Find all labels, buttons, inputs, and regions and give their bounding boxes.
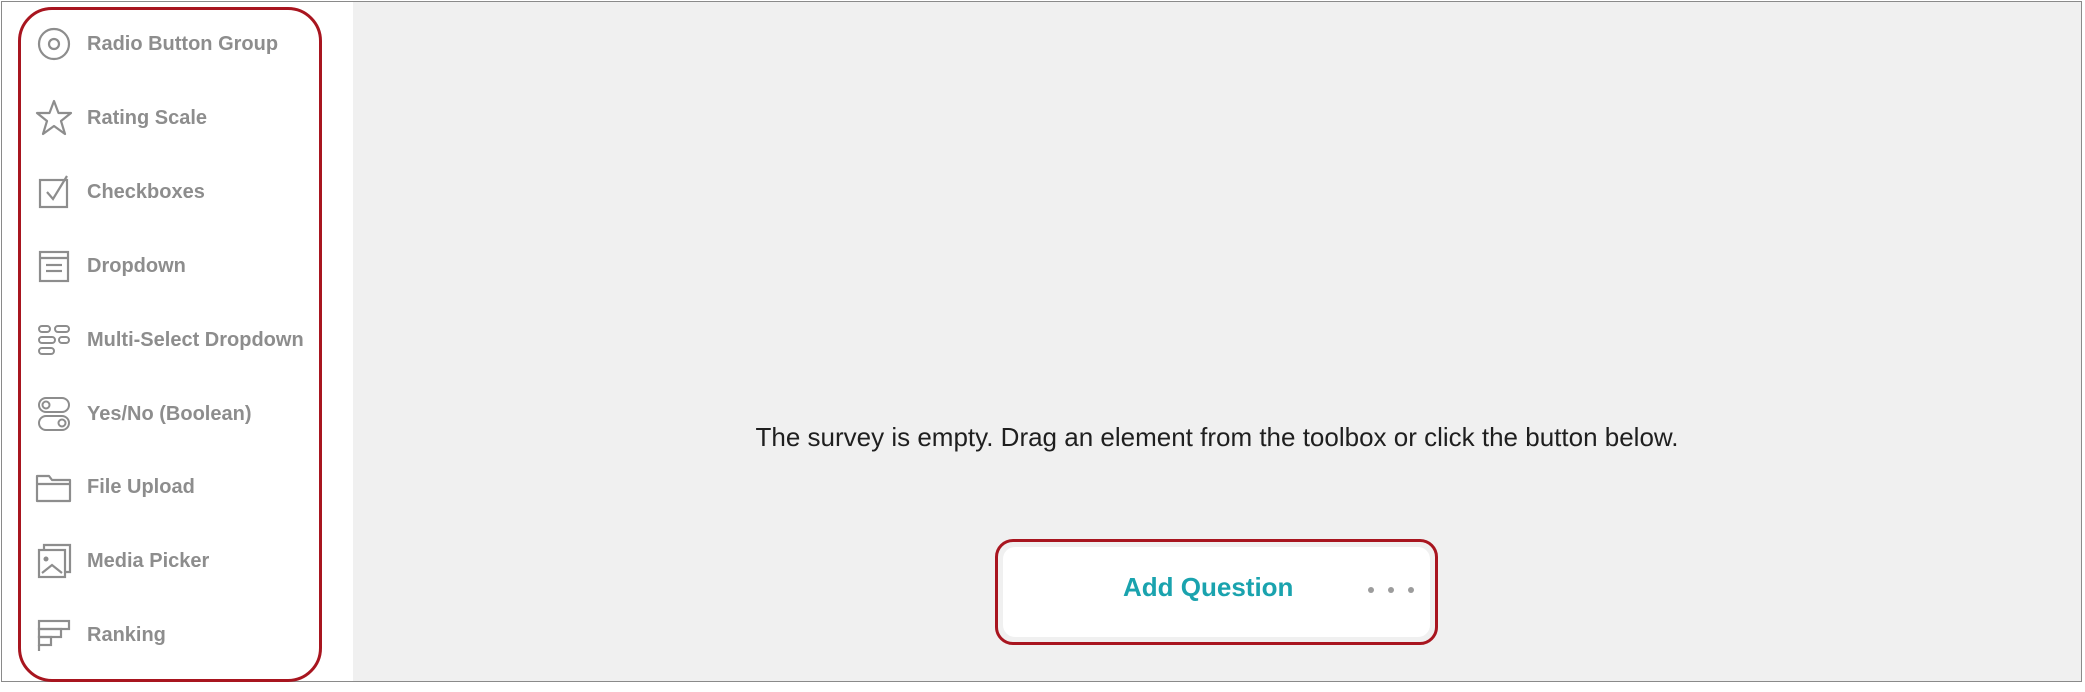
dropdown-icon: [32, 244, 76, 288]
toolbox-item-ranking[interactable]: Ranking: [32, 605, 322, 665]
checkbox-icon: [32, 170, 76, 214]
toolbox-panel: Radio Button Group Rating Scale Checkbox…: [2, 2, 352, 682]
folder-icon: [32, 465, 76, 509]
toolbox-item-label: Yes/No (Boolean): [87, 402, 252, 425]
star-icon: [32, 96, 76, 140]
toolbox-item-media-picker[interactable]: Media Picker: [32, 531, 322, 591]
toolbox-item-label: Multi-Select Dropdown: [87, 328, 304, 351]
toggle-icon: [32, 392, 76, 436]
add-question-highlight-outline: Add Question: [995, 539, 1438, 645]
toolbox-item-radio-button-group[interactable]: Radio Button Group: [32, 14, 322, 74]
add-question-card: Add Question: [1003, 547, 1430, 637]
empty-survey-message: The survey is empty. Drag an element fro…: [755, 422, 1679, 452]
toolbox-item-file-upload[interactable]: File Upload: [32, 457, 322, 517]
radio-button-icon: [32, 22, 76, 66]
toolbox-item-dropdown[interactable]: Dropdown: [32, 236, 322, 296]
toolbox-item-label: Rating Scale: [87, 106, 208, 129]
toolbox-item-label: Radio Button Group: [87, 32, 279, 55]
toolbox-item-label: Dropdown: [87, 254, 186, 277]
toolbox-item-checkboxes[interactable]: Checkboxes: [32, 162, 322, 222]
toolbox-item-label: File Upload: [87, 475, 195, 498]
toolbox-item-multi-select-dropdown[interactable]: Multi-Select Dropdown: [32, 310, 322, 370]
ranking-icon: [32, 613, 76, 657]
image-icon: [32, 539, 76, 583]
add-question-button[interactable]: Add Question: [1123, 572, 1293, 603]
multi-select-icon: [32, 318, 76, 362]
survey-design-canvas: The survey is empty. Drag an element fro…: [353, 2, 2081, 681]
toolbox-item-rating-scale[interactable]: Rating Scale: [32, 88, 322, 148]
toolbox-item-label: Media Picker: [87, 549, 210, 572]
more-horizontal-icon[interactable]: [1368, 575, 1414, 605]
toolbox-item-yes-no-boolean[interactable]: Yes/No (Boolean): [32, 384, 322, 444]
toolbox-item-label: Ranking: [87, 623, 166, 646]
toolbox-item-label: Checkboxes: [87, 180, 205, 203]
survey-creator-window: Radio Button Group Rating Scale Checkbox…: [1, 1, 2082, 682]
